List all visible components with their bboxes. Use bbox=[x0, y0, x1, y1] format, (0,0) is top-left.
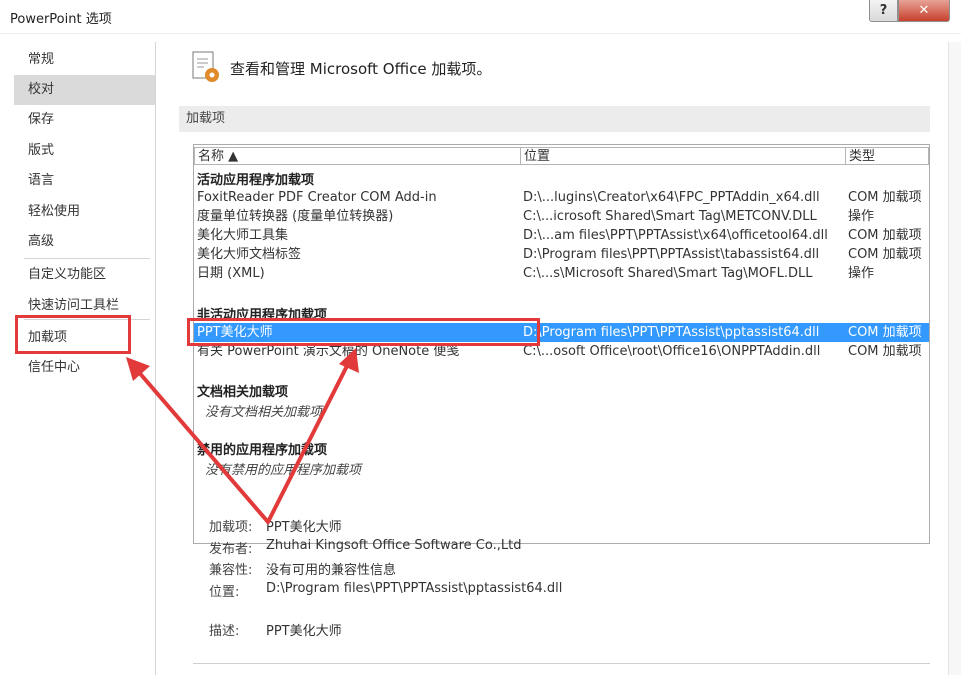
page-title: 查看和管理 Microsoft Office 加载项。 bbox=[230, 60, 492, 78]
table-row[interactable]: 美化大师文档标签 D:\Program files\PPT\PPTAssist\… bbox=[194, 245, 929, 264]
nav-divider bbox=[24, 258, 150, 259]
group-document-addins: 文档相关加载项 bbox=[197, 385, 289, 400]
table-row[interactable]: 度量单位转换器 (度量单位转换器) C:\...icrosoft Shared\… bbox=[194, 207, 929, 226]
close-button[interactable]: ✕ bbox=[898, 0, 950, 22]
detail-value-addin: PPT美化大师 bbox=[266, 520, 342, 535]
detail-value-location: D:\Program files\PPT\PPTAssist\pptassist… bbox=[266, 581, 563, 596]
options-nav: 常规 校对 保存 版式 语言 轻松使用 高级 自定义功能区 快速访问工具栏 加载… bbox=[14, 42, 156, 675]
addin-type: COM 加载项 bbox=[848, 190, 922, 205]
addin-location: D:\...lugins\Creator\x64\FPC_PPTAddin_x6… bbox=[523, 190, 820, 205]
addins-panel: 查看和管理 Microsoft Office 加载项。 加载项 名称 ▲ 位置 … bbox=[163, 42, 961, 675]
list-column-headers: 名称 ▲ 位置 类型 bbox=[194, 145, 929, 165]
column-header-name[interactable]: 名称 ▲ bbox=[194, 147, 521, 165]
addin-name: FoxitReader PDF Creator COM Add-in bbox=[197, 190, 437, 205]
empty-note: 没有文档相关加载项 bbox=[205, 405, 323, 420]
scrollbar[interactable] bbox=[948, 42, 961, 675]
empty-note: 没有禁用的应用程序加载项 bbox=[205, 463, 362, 478]
addins-gear-icon bbox=[192, 51, 219, 82]
addin-type: 操作 bbox=[848, 266, 875, 281]
addin-location: D:\...am files\PPT\PPTAssist\x64\officet… bbox=[523, 228, 828, 243]
table-row[interactable]: 美化大师工具集 D:\...am files\PPT\PPTAssist\x64… bbox=[194, 226, 929, 245]
detail-label-addin: 加载项: bbox=[209, 520, 253, 535]
detail-value-publisher: Zhuhai Kingsoft Office Software Co.,Ltd bbox=[266, 538, 522, 553]
addin-name: 美化大师文档标签 bbox=[197, 247, 302, 262]
help-button[interactable]: ? bbox=[869, 0, 898, 22]
highlight-box-nav bbox=[15, 315, 131, 354]
addin-type: COM 加载项 bbox=[848, 344, 922, 359]
group-active-addins: 活动应用程序加载项 bbox=[197, 173, 315, 188]
highlight-box-row bbox=[187, 318, 540, 346]
addin-type: COM 加载项 bbox=[848, 228, 922, 243]
table-row[interactable]: 日期 (XML) C:\...s\Microsoft Shared\Smart … bbox=[194, 264, 929, 283]
nav-item-general[interactable]: 常规 bbox=[14, 45, 155, 75]
divider bbox=[193, 663, 930, 664]
detail-label-description: 描述: bbox=[209, 624, 240, 639]
nav-item-layout[interactable]: 版式 bbox=[14, 136, 155, 166]
nav-item-advanced[interactable]: 高级 bbox=[14, 227, 155, 257]
column-header-type[interactable]: 类型 bbox=[845, 147, 929, 165]
detail-value-compat: 没有可用的兼容性信息 bbox=[266, 563, 397, 578]
addin-location: C:\...s\Microsoft Shared\Smart Tag\MOFL.… bbox=[523, 266, 813, 281]
detail-label-compat: 兼容性: bbox=[209, 563, 253, 578]
close-icon: ✕ bbox=[918, 3, 930, 18]
group-disabled-addins: 禁用的应用程序加载项 bbox=[197, 443, 328, 458]
detail-label-publisher: 发布者: bbox=[209, 542, 253, 557]
window-title: PowerPoint 选项 bbox=[10, 12, 112, 27]
addin-location: D:\Program files\PPT\PPTAssist\pptassist… bbox=[523, 325, 820, 340]
nav-item-language[interactable]: 语言 bbox=[14, 166, 155, 196]
addin-name: 度量单位转换器 (度量单位转换器) bbox=[197, 209, 394, 224]
nav-item-accessibility[interactable]: 轻松使用 bbox=[14, 197, 155, 227]
addin-type: 操作 bbox=[848, 209, 875, 224]
nav-item-proofing[interactable]: 校对 bbox=[14, 75, 155, 105]
addin-location: D:\Program files\PPT\PPTAssist\tabassist… bbox=[523, 247, 820, 262]
detail-label-location: 位置: bbox=[209, 585, 240, 600]
addin-location: C:\...osoft Office\root\Office16\ONPPTAd… bbox=[523, 344, 821, 359]
nav-item-save[interactable]: 保存 bbox=[14, 105, 155, 135]
addin-name: 美化大师工具集 bbox=[197, 228, 289, 243]
addin-name: 日期 (XML) bbox=[197, 266, 265, 281]
addin-type: COM 加载项 bbox=[848, 325, 922, 340]
column-header-location[interactable]: 位置 bbox=[520, 147, 846, 165]
addin-location: C:\...icrosoft Shared\Smart Tag\METCONV.… bbox=[523, 209, 817, 224]
addin-type: COM 加载项 bbox=[848, 247, 922, 262]
section-header-addins: 加载项 bbox=[179, 106, 930, 132]
nav-item-trust-center[interactable]: 信任中心 bbox=[14, 353, 155, 383]
title-bar: PowerPoint 选项 ? ✕ bbox=[0, 0, 961, 34]
nav-item-customize-ribbon[interactable]: 自定义功能区 bbox=[14, 260, 155, 290]
table-row[interactable]: FoxitReader PDF Creator COM Add-in D:\..… bbox=[194, 188, 929, 207]
detail-value-description: PPT美化大师 bbox=[266, 624, 342, 639]
help-icon: ? bbox=[879, 3, 888, 18]
